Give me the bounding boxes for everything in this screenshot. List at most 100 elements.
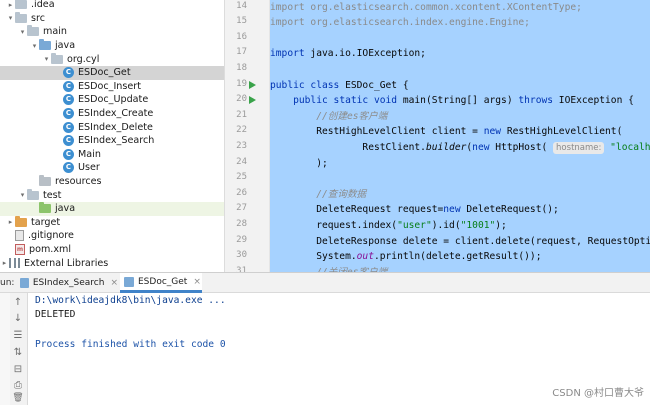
tree-item[interactable]: java xyxy=(0,202,224,216)
line-number: 21 xyxy=(236,109,247,120)
run-label: un: xyxy=(0,278,15,288)
maven-icon: m xyxy=(15,244,25,256)
tree-item[interactable]: ▸ .idea xyxy=(0,0,224,12)
tree-item[interactable]: C ESDoc_Get xyxy=(0,66,224,80)
code-line: //查询数据 xyxy=(316,188,367,200)
line-number: 23 xyxy=(236,140,247,151)
chevron-down-icon[interactable]: ▾ xyxy=(30,42,39,50)
tree-item-label: External Libraries xyxy=(24,257,109,269)
code-line: public static void main(String[] args) t… xyxy=(293,95,634,107)
code-line: import org.elasticsearch.index.engine.En… xyxy=(270,17,530,29)
line-number: 16 xyxy=(236,31,247,42)
close-icon[interactable]: × xyxy=(193,277,201,287)
line-number: 29 xyxy=(236,234,247,245)
tree-item-label: ESDoc_Insert xyxy=(78,80,141,92)
tree-item-label: src xyxy=(31,12,46,24)
line-number: 18 xyxy=(236,62,247,73)
tree-item[interactable]: C ESDoc_Update xyxy=(0,93,224,107)
run-tab-esindex-search[interactable]: ESIndex_Search × xyxy=(20,273,118,293)
tree-item[interactable]: C ESIndex_Search xyxy=(0,134,224,148)
run-tab-label: ESIndex_Search xyxy=(32,278,105,288)
chevron-down-icon[interactable]: ▾ xyxy=(6,14,15,22)
tree-item-label: .gitignore xyxy=(28,230,74,242)
tree-item-label: test xyxy=(43,189,62,201)
code-line: DeleteRequest request=new DeleteRequest(… xyxy=(270,204,559,216)
tree-item[interactable]: ▾ test xyxy=(0,188,224,202)
class-icon: C xyxy=(63,121,74,133)
folder-icon xyxy=(15,215,27,227)
tree-item-label: Main xyxy=(78,148,101,160)
chevron-down-icon[interactable]: ▾ xyxy=(18,191,27,199)
tree-item[interactable]: .gitignore xyxy=(0,229,224,243)
folder-icon xyxy=(27,25,39,37)
chevron-down-icon[interactable]: ▾ xyxy=(18,28,27,36)
code-line: RestHighLevelClient client = new RestHig… xyxy=(270,126,623,138)
tree-item-label: resources xyxy=(55,176,102,188)
close-icon[interactable]: × xyxy=(110,278,118,288)
line-number: 28 xyxy=(236,218,247,229)
chevron-right-icon[interactable]: ▸ xyxy=(0,259,9,267)
tree-item[interactable]: resources xyxy=(0,175,224,189)
class-icon: C xyxy=(63,135,74,147)
folder-icon xyxy=(39,202,51,214)
chevron-right-icon[interactable]: ▸ xyxy=(6,1,15,9)
tree-item[interactable]: m pom.xml xyxy=(0,243,224,257)
tree-item[interactable]: ▾ main xyxy=(0,25,224,39)
chevron-right-icon[interactable]: ▸ xyxy=(6,218,15,226)
folder-icon xyxy=(39,39,51,51)
tree-item[interactable]: C ESIndex_Delete xyxy=(0,120,224,134)
run-config-icon xyxy=(20,278,29,288)
trash-icon[interactable]: 🗑 xyxy=(12,392,24,404)
code-editor[interactable]: import org.elasticsearch.common.xcontent… xyxy=(270,0,650,272)
class-icon: C xyxy=(63,148,74,160)
print-icon[interactable]: ⎙ xyxy=(12,380,24,392)
tree-item[interactable]: C ESDoc_Insert xyxy=(0,80,224,94)
line-number: 26 xyxy=(236,187,247,198)
code-line: DeleteResponse delete = client.delete(re… xyxy=(270,235,650,247)
line-number: 17 xyxy=(236,47,247,58)
tree-item-label: pom.xml xyxy=(29,244,72,256)
tree-item[interactable]: C Main xyxy=(0,148,224,162)
tree-item-label: ESDoc_Get xyxy=(78,67,131,79)
folder-icon xyxy=(15,0,27,10)
sort-icon[interactable]: ⇅ xyxy=(12,347,24,359)
tree-item[interactable]: ▸ External Libraries xyxy=(0,256,224,270)
class-icon: C xyxy=(63,94,74,106)
tree-item[interactable]: ▸ target xyxy=(0,215,224,230)
tree-item[interactable]: ▾ org.cyl xyxy=(0,52,224,66)
code-line: request.index("user").id("1001"); xyxy=(270,219,507,231)
editor-gutter: 14 15 16 17 18 19 20 21 22 23 24 25 26 27 28 29 30 31 xyxy=(225,0,270,276)
folder-icon xyxy=(15,11,27,23)
soft-wrap-icon[interactable]: ☰ xyxy=(12,330,24,342)
run-side-strip xyxy=(0,293,10,405)
tree-item[interactable]: ▾ src xyxy=(0,11,224,26)
chevron-down-icon[interactable]: ▾ xyxy=(42,55,51,63)
tree-item-label: ESIndex_Create xyxy=(78,108,154,120)
scroll-down-icon[interactable]: ↓ xyxy=(12,313,24,325)
class-icon: C xyxy=(63,162,74,174)
class-icon: C xyxy=(63,80,74,92)
run-config-icon xyxy=(124,276,134,287)
tree-item-label: main xyxy=(43,26,67,38)
line-number: 27 xyxy=(236,203,247,214)
run-tab-esdoc-get[interactable]: ESDoc_Get × xyxy=(120,273,202,293)
line-number: 14 xyxy=(236,0,247,11)
tree-item-label: ESIndex_Delete xyxy=(78,121,153,133)
tree-item-label: .idea xyxy=(31,0,55,11)
run-gutter-icon[interactable] xyxy=(249,80,256,89)
class-icon: C xyxy=(63,67,74,79)
line-number: 15 xyxy=(236,16,247,27)
code-line: import java.io.IOException; xyxy=(270,48,426,60)
tree-item[interactable]: C User xyxy=(0,161,224,175)
console-process-finished: Process finished with exit code 0 xyxy=(35,339,226,350)
tree-item-label: ESIndex_Search xyxy=(78,135,155,147)
layout-icon[interactable]: ⊟ xyxy=(12,364,24,376)
code-line: //创建es客户端 xyxy=(316,110,388,122)
line-number: 19 xyxy=(236,78,247,89)
code-line: RestClient.builder(new HttpHost( hostnam… xyxy=(270,141,650,154)
run-gutter-icon[interactable] xyxy=(249,96,256,105)
tree-item[interactable]: ▾ java xyxy=(0,39,224,53)
rerun-icon[interactable]: ↑ xyxy=(12,297,24,309)
tree-item[interactable]: C ESIndex_Create xyxy=(0,107,224,121)
console-output: DELETED xyxy=(35,309,76,320)
